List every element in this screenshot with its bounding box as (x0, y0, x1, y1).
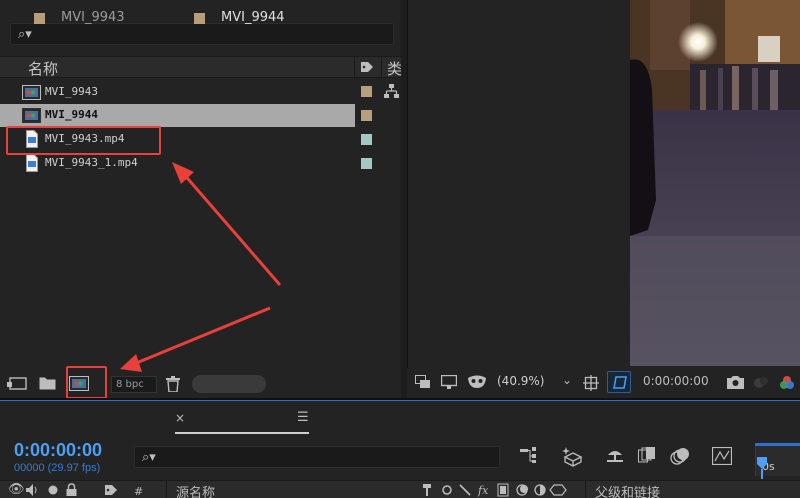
monitor-icon[interactable] (441, 375, 457, 389)
audio-icon[interactable] (26, 484, 40, 496)
annotation-arrows (120, 162, 282, 372)
region-of-interest-icon (613, 376, 627, 389)
solo-icon[interactable] (48, 485, 58, 495)
draft-3d-icon[interactable] (562, 447, 584, 467)
composition-color-swatch (34, 13, 45, 24)
frame-count-display: 00000 (29.97 fps) (14, 462, 101, 474)
composition-color-swatch (194, 13, 205, 24)
always-preview-icon[interactable] (415, 375, 431, 389)
layer-column-header: 👁 # 源名称 fx 父级和链接 (0, 480, 800, 498)
playhead-icon[interactable] (757, 457, 767, 479)
new-folder-icon[interactable] (39, 376, 56, 390)
mask-visibility-icon[interactable] (467, 375, 487, 389)
color-channel-icon[interactable] (779, 375, 795, 390)
shy-layers-icon[interactable] (605, 447, 625, 463)
interpret-footage-icon[interactable] (7, 376, 27, 391)
source-name-header[interactable]: 源名称 (176, 482, 215, 498)
motion-blur-icon[interactable] (670, 447, 690, 465)
lock-icon[interactable] (66, 483, 77, 496)
camera-snapshot-icon[interactable] (727, 375, 744, 389)
zoom-level[interactable]: (40.9%) (497, 374, 544, 388)
svg-text:fx: fx (477, 484, 489, 497)
graph-editor-icon[interactable] (712, 447, 732, 465)
chevron-down-icon[interactable]: ⌄ (562, 373, 572, 387)
video-toggle-icon[interactable]: 👁 (8, 482, 25, 497)
trash-icon[interactable] (166, 376, 180, 392)
grid-guides-icon[interactable] (583, 375, 599, 391)
layer-number-header[interactable]: # (134, 485, 143, 498)
viewer-footer-toolbar: (40.9%) ⌄ 0:00:00:00 (407, 368, 800, 398)
panel-menu-icon[interactable]: ☰ (297, 410, 309, 425)
composition-flowchart-icon[interactable] (520, 447, 540, 463)
horizontal-scrollbar[interactable] (192, 375, 266, 393)
layer-switches-icons[interactable]: fx (422, 483, 572, 497)
parent-link-header[interactable]: 父级和链接 (595, 482, 660, 498)
region-of-interest-button[interactable] (607, 371, 631, 393)
annotation-highlight-box (66, 366, 107, 399)
timeline-search-input[interactable]: ⌕▾ (134, 446, 500, 468)
bit-depth-button[interactable]: 8 bpc (111, 376, 157, 393)
label-tag-icon[interactable] (104, 484, 118, 496)
composition-preview-image[interactable] (630, 0, 800, 366)
frame-blending-icon[interactable] (638, 447, 656, 463)
show-snapshot-icon[interactable] (753, 375, 769, 389)
current-time-display[interactable]: 0:00:00:00 (14, 440, 102, 461)
close-icon[interactable]: × (175, 411, 185, 425)
viewer-timecode[interactable]: 0:00:00:00 (643, 374, 709, 388)
search-icon: ⌕▾ (142, 450, 156, 465)
